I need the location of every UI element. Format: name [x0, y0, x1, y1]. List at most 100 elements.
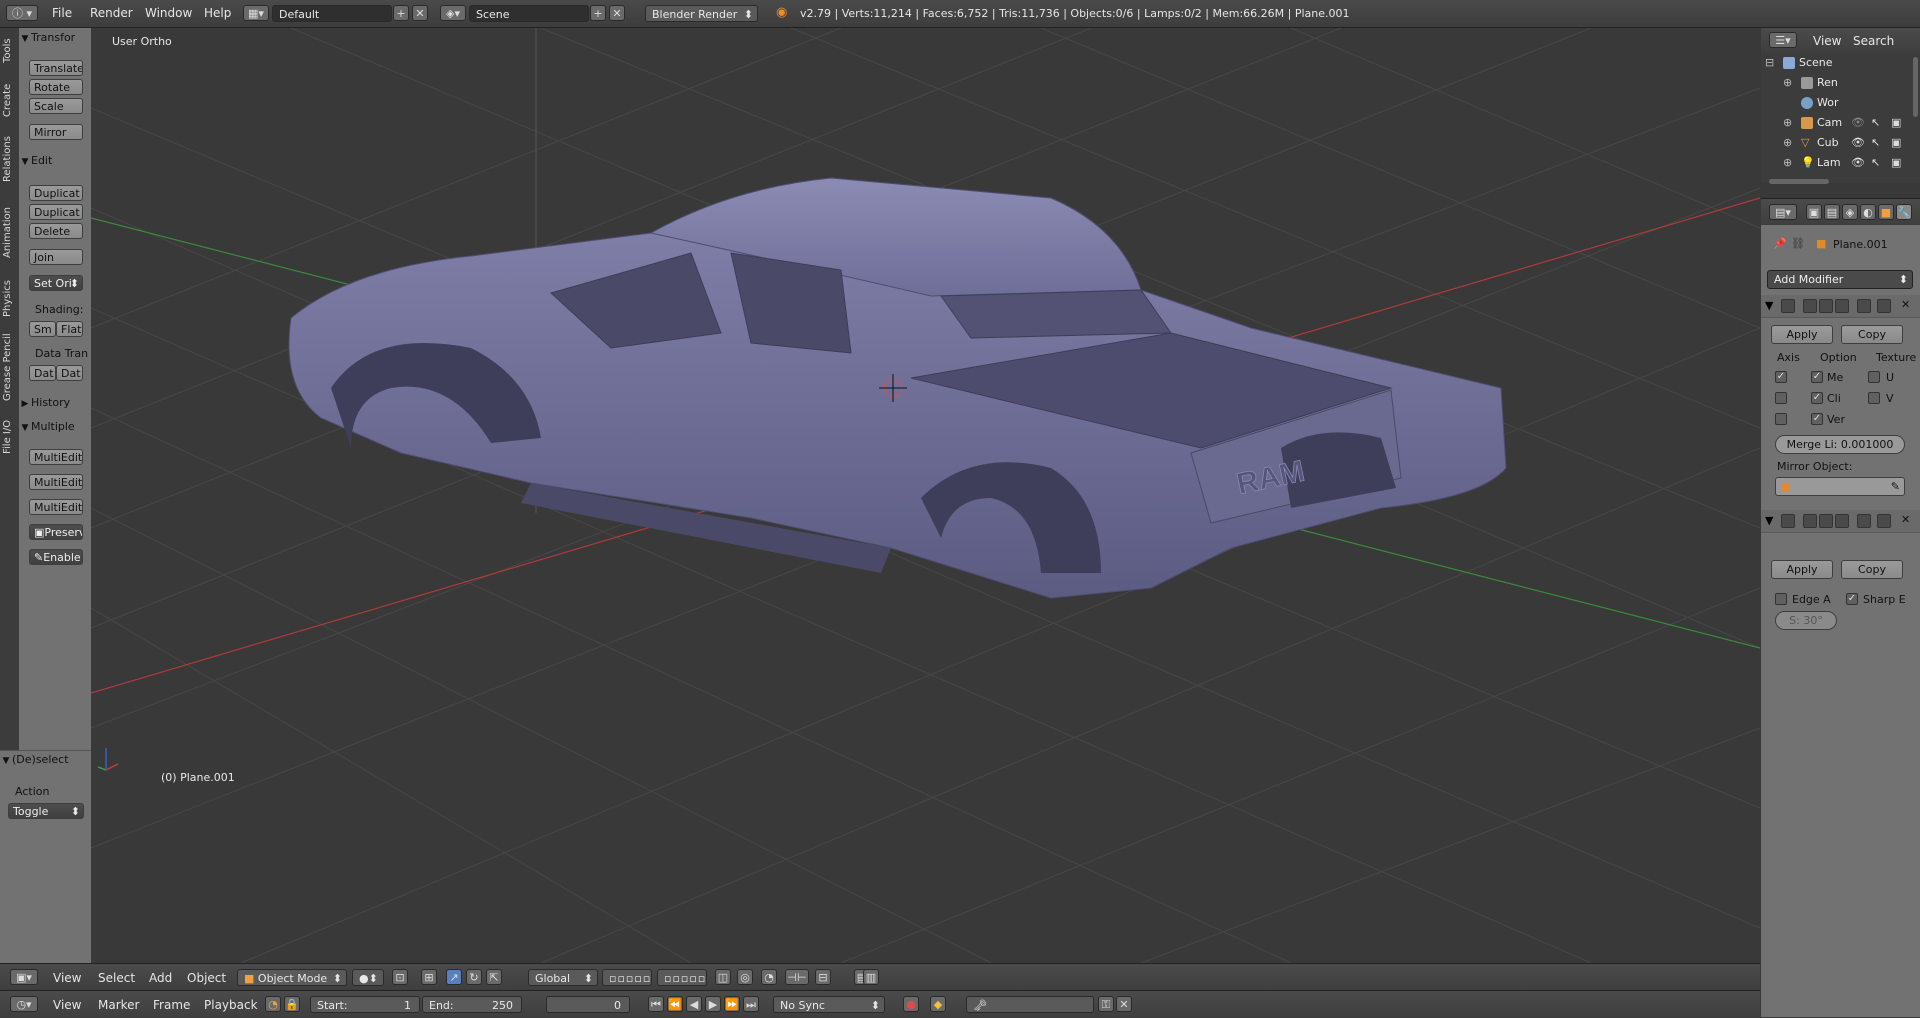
keying-icon[interactable]: ◆: [930, 996, 946, 1012]
move-down-icon[interactable]: [1877, 299, 1891, 313]
mirror-object-field[interactable]: ■ ✎: [1775, 477, 1905, 496]
delete-keyframe-icon[interactable]: ✕: [1116, 996, 1132, 1012]
mirror-modifier-header[interactable]: ▼ ✕: [1761, 295, 1920, 318]
layers-grid-2[interactable]: ▫▫▫▫▫: [657, 969, 707, 986]
shade-smooth-button[interactable]: Sm: [29, 321, 56, 337]
jump-start-icon[interactable]: ⏮: [648, 996, 664, 1012]
render-engine-dropdown[interactable]: Blender Render ⬍: [645, 5, 758, 22]
menu-marker[interactable]: Marker: [98, 998, 139, 1012]
layout-name-field[interactable]: Default: [272, 5, 392, 22]
shade-flat-button[interactable]: Flat: [56, 321, 83, 337]
menu-view[interactable]: View: [53, 971, 81, 985]
rotate-manipulator-icon[interactable]: ↻: [466, 969, 482, 985]
action-dropdown[interactable]: Toggle ⬍: [8, 803, 84, 819]
menu-help[interactable]: Help: [204, 6, 231, 20]
rotate-button[interactable]: Rotate: [29, 79, 83, 95]
menu-frame[interactable]: Frame: [153, 998, 190, 1012]
move-down-icon[interactable]: [1877, 514, 1891, 528]
duplicate-linked-button[interactable]: Duplicat: [29, 204, 83, 220]
remove-modifier-icon[interactable]: ✕: [1901, 298, 1910, 311]
pin-icon[interactable]: 📌: [1773, 237, 1787, 250]
add-scene-icon[interactable]: +: [590, 5, 606, 21]
pivot-point-icon[interactable]: ⊡: [392, 969, 408, 985]
outliner-menu-search[interactable]: Search: [1853, 34, 1894, 48]
multiedit-button-1[interactable]: MultiEdit: [29, 449, 83, 465]
edgesplit-modifier-header[interactable]: ▼ ✕: [1761, 510, 1920, 533]
outliner-horizontal-scrollbar[interactable]: [1769, 179, 1829, 184]
snap-toggle-icon[interactable]: ⊣⊢: [785, 969, 809, 985]
split-angle-field[interactable]: S: 30°: [1775, 611, 1837, 630]
tab-tools[interactable]: Tools: [2, 34, 17, 68]
remove-modifier-icon[interactable]: ✕: [1901, 513, 1910, 526]
edgesplit-apply-button[interactable]: Apply: [1771, 560, 1833, 579]
scale-button[interactable]: Scale: [29, 98, 83, 114]
jump-end-icon[interactable]: ⏭: [743, 996, 759, 1012]
tab-file-io[interactable]: File I/O: [2, 412, 17, 462]
start-frame-field[interactable]: Start: 1: [310, 996, 420, 1013]
add-layout-icon[interactable]: +: [393, 5, 409, 21]
data-transfer-button[interactable]: Dat: [29, 365, 56, 381]
lock-camera-icon[interactable]: ◫: [715, 969, 731, 985]
render-opengl-icon[interactable]: ⊟: [815, 969, 831, 985]
eyedropper-icon[interactable]: ✎: [1891, 478, 1900, 496]
panel-multiedit-header[interactable]: ▼ Multiple: [19, 418, 91, 436]
show-render-icon[interactable]: [1803, 514, 1817, 528]
visibility-eye-icon[interactable]: 👁: [1851, 153, 1865, 173]
layout-selector-button[interactable]: ▦▾: [243, 5, 269, 21]
texture-v-checkbox[interactable]: [1868, 392, 1880, 404]
menu-select[interactable]: Select: [98, 971, 135, 985]
tab-create[interactable]: Create: [2, 76, 17, 124]
axis-x-checkbox[interactable]: ✓: [1775, 371, 1787, 383]
tab-modifiers-icon[interactable]: 🔧: [1896, 204, 1912, 220]
current-frame-field[interactable]: 0: [546, 996, 630, 1013]
editor-type-properties-button[interactable]: ▤▾: [1769, 204, 1797, 220]
tab-relations[interactable]: Relations: [2, 128, 17, 190]
move-up-icon[interactable]: [1857, 514, 1871, 528]
prev-keyframe-icon[interactable]: ⏪: [667, 996, 683, 1012]
proportional-falloff-icon[interactable]: ◔: [761, 969, 777, 985]
tab-object-icon[interactable]: ■: [1878, 204, 1894, 220]
outliner-row-cube[interactable]: ⊕ ▽ Cub 👁 ↖ ▣: [1761, 133, 1920, 153]
clipping-checkbox[interactable]: ✓: [1811, 392, 1823, 404]
outliner-row-world[interactable]: Wor: [1761, 93, 1920, 113]
move-up-icon[interactable]: [1857, 299, 1871, 313]
outliner-menu-view[interactable]: View: [1813, 34, 1841, 48]
interaction-mode-dropdown[interactable]: ■ Object Mode ⬍: [237, 969, 347, 986]
tab-animation[interactable]: Animation: [2, 196, 17, 270]
mirror-button[interactable]: Mirror: [29, 124, 83, 140]
tab-grease-pencil[interactable]: Grease Pencil: [2, 326, 17, 408]
sync-mode-dropdown[interactable]: No Sync ⬍: [773, 996, 885, 1013]
set-origin-dropdown[interactable]: Set Ori ⬍: [29, 275, 83, 291]
multiedit-button-2[interactable]: MultiEdit: [29, 474, 83, 490]
scene-selector-button[interactable]: ◈▾: [440, 5, 466, 21]
mirror-apply-button[interactable]: Apply: [1771, 325, 1833, 344]
translate-manipulator-icon[interactable]: ↗: [446, 969, 462, 985]
next-keyframe-icon[interactable]: ⏩: [724, 996, 740, 1012]
menu-timeline-view[interactable]: View: [53, 998, 81, 1012]
delete-button[interactable]: Delete: [29, 223, 83, 239]
tab-layers-icon[interactable]: ▤: [1824, 204, 1840, 220]
menu-window[interactable]: Window: [145, 6, 192, 20]
render-camera-icon[interactable]: ▣: [1891, 153, 1901, 173]
sharp-edges-checkbox[interactable]: ✓: [1846, 593, 1858, 605]
render-camera-icon[interactable]: ▣: [1891, 133, 1901, 153]
editor-type-outliner-button[interactable]: ☰▾: [1769, 32, 1797, 48]
remove-scene-icon[interactable]: ✕: [609, 5, 625, 21]
transform-orientation-dropdown[interactable]: Global ⬍: [528, 969, 598, 986]
tab-physics[interactable]: Physics: [2, 273, 17, 325]
menu-playback[interactable]: Playback: [204, 998, 258, 1012]
panel-edit-header[interactable]: ▼ Edit: [19, 152, 91, 170]
menu-object[interactable]: Object: [187, 971, 226, 985]
panel-transform-header[interactable]: ▼ Transfor: [19, 29, 91, 47]
data-layout-transfer-button[interactable]: Dat: [56, 365, 83, 381]
preview-range-icon[interactable]: ◔: [265, 996, 281, 1012]
show-editmode-icon[interactable]: [1835, 514, 1849, 528]
scene-name-field[interactable]: Scene: [469, 5, 589, 22]
lock-range-icon[interactable]: 🔒: [284, 996, 300, 1012]
select-arrow-icon[interactable]: ↖: [1871, 113, 1880, 133]
scale-manipulator-icon[interactable]: ⇱: [486, 969, 502, 985]
render-camera-icon[interactable]: ▣: [1891, 113, 1901, 133]
editor-type-timeline-button[interactable]: ◷▾: [10, 996, 38, 1012]
mirror-copy-button[interactable]: Copy: [1841, 325, 1903, 344]
menu-file[interactable]: File: [52, 6, 72, 20]
